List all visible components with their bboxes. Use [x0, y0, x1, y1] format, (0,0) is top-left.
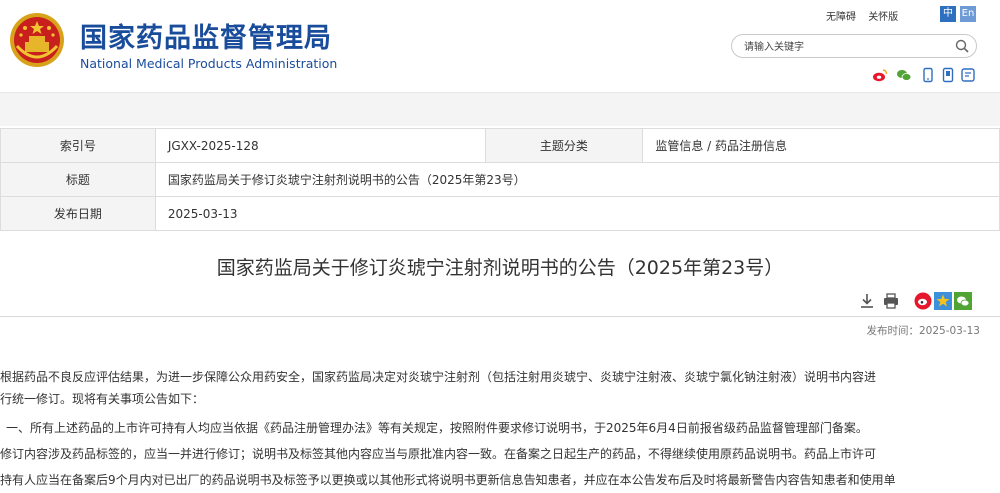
meta-category-value: 监管信息 / 药品注册信息 — [642, 128, 1000, 163]
publish-time: 发布时间：2025-03-13 — [866, 325, 980, 337]
lang-en-button[interactable]: En — [960, 6, 976, 22]
national-emblem-logo — [10, 13, 64, 67]
elderly-care-link[interactable]: 关怀版 — [868, 12, 898, 23]
top-links: 无障碍 关怀版 — [826, 8, 907, 23]
meta-label: 发布日期 — [0, 196, 156, 231]
article-meta-table: 索引号 JGXX-2025-128 主题分类 监管信息 / 药品注册信息 标题 … — [0, 128, 1000, 231]
meta-title-value: 国家药监局关于修订炎琥宁注射剂说明书的公告（2025年第23号） — [154, 162, 1000, 197]
meta-row-title: 标题 国家药监局关于修订炎琥宁注射剂说明书的公告（2025年第23号） — [0, 162, 1000, 197]
meta-label: 标题 — [0, 162, 156, 197]
download-icon[interactable] — [858, 292, 876, 310]
meta-row-index: 索引号 JGXX-2025-128 主题分类 监管信息 / 药品注册信息 — [0, 128, 1000, 163]
mobile-icon[interactable] — [920, 67, 936, 83]
lang-zh-button[interactable]: 中 — [940, 6, 956, 22]
meta-index-value: JGXX-2025-128 — [154, 128, 486, 163]
weibo-icon[interactable] — [872, 67, 888, 83]
share-qzone-icon[interactable] — [934, 292, 952, 310]
nav-band — [0, 92, 1000, 126]
search-input[interactable] — [742, 38, 946, 56]
search-icon[interactable] — [954, 38, 970, 54]
share-wechat-icon[interactable] — [954, 292, 972, 310]
article-paragraph-line: 一、所有上述药品的上市许可持有人均应当依据《药品注册管理办法》等有关规定，按照附… — [6, 421, 868, 435]
meta-label: 主题分类 — [484, 128, 644, 163]
share-weibo-icon[interactable] — [914, 292, 932, 310]
article-paragraph-line: 根据药品不良反应评估结果，为进一步保障公众用药安全，国家药监局决定对炎琥宁注射剂… — [0, 370, 877, 384]
meta-date-value: 2025-03-13 — [154, 196, 1000, 231]
accessibility-link[interactable]: 无障碍 — [826, 12, 856, 23]
article-paragraph-line: 行统一修订。现将有关事项公告如下： — [0, 392, 205, 406]
meta-row-date: 发布日期 2025-03-13 — [0, 196, 1000, 231]
article-paragraph-line: 修订内容涉及药品标签的，应当一并进行修订；说明书及标签其他内容应当与原批准内容一… — [0, 447, 877, 461]
meta-label: 索引号 — [0, 128, 156, 163]
app-download-icon[interactable] — [940, 67, 956, 83]
print-icon[interactable] — [882, 292, 900, 310]
article-divider — [0, 316, 1000, 317]
site-title-cn[interactable]: 国家药品监督管理局 — [80, 16, 332, 55]
article-paragraph-line: 持有人应当在备案后9个月内对已出厂的药品说明书及标签予以更换或以其他形式将说明书… — [0, 473, 896, 487]
site-header: 国家药品监督管理局 National Medical Products Admi… — [0, 0, 1000, 92]
miniprogram-icon[interactable] — [960, 67, 976, 83]
site-title-en[interactable]: National Medical Products Administration — [80, 56, 337, 71]
article-title: 国家药监局关于修订炎琥宁注射剂说明书的公告（2025年第23号） — [216, 257, 784, 279]
wechat-icon[interactable] — [896, 67, 912, 83]
search-box — [731, 34, 977, 58]
